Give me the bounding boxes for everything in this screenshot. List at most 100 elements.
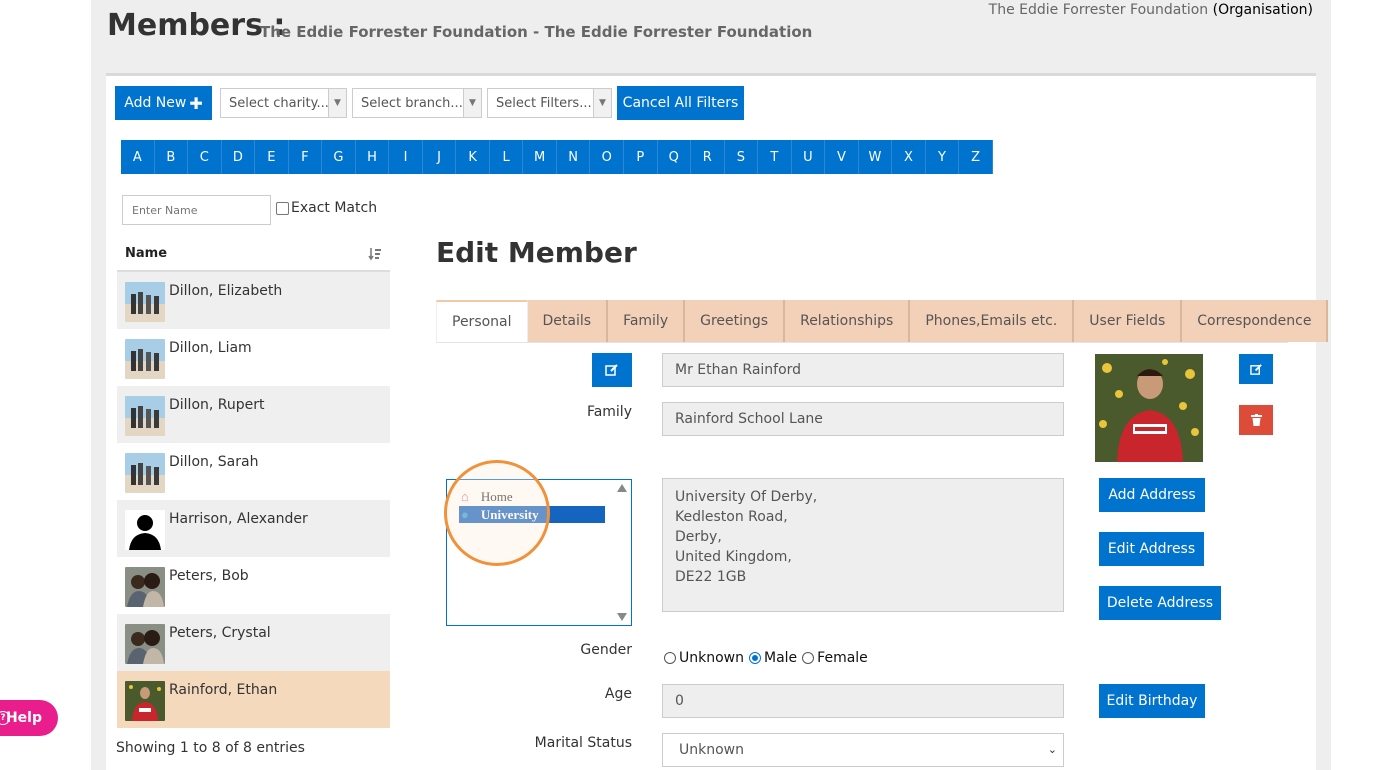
edit-photo-button[interactable] (1239, 354, 1273, 384)
marital-status-select[interactable]: Unknown ⌄ (662, 733, 1064, 767)
plus-icon: ✚ (189, 93, 203, 113)
letter-c[interactable]: C (188, 140, 222, 174)
gender-label-unknown: Unknown (679, 650, 744, 666)
letter-s[interactable]: S (725, 140, 759, 174)
gender-radio-unknown[interactable] (664, 652, 676, 664)
marital-status-label: Marital Status (534, 735, 632, 751)
member-row[interactable]: Harrison, Alexander (117, 500, 390, 557)
scroll-down-icon[interactable] (617, 613, 627, 621)
letter-n[interactable]: N (557, 140, 591, 174)
letter-x[interactable]: X (892, 140, 926, 174)
help-label: Help (5, 710, 42, 726)
tab-relationships[interactable]: Relationships (785, 300, 911, 342)
age-label: Age (604, 686, 632, 702)
member-name-field[interactable]: Mr Ethan Rainford (662, 353, 1064, 387)
member-avatar (125, 567, 165, 607)
member-name: Rainford, Ethan (169, 682, 278, 698)
letter-v[interactable]: V (825, 140, 859, 174)
chevron-down-icon: ⌄ (1047, 743, 1057, 756)
cancel-all-filters-button[interactable]: Cancel All Filters (617, 86, 744, 120)
letter-t[interactable]: T (758, 140, 792, 174)
letter-o[interactable]: O (590, 140, 624, 174)
tab-personal[interactable]: Personal (436, 300, 528, 342)
tab-user-fields[interactable]: User Fields (1074, 300, 1183, 342)
member-name: Dillon, Rupert (169, 397, 265, 413)
letter-z[interactable]: Z (959, 140, 993, 174)
letter-j[interactable]: J (423, 140, 457, 174)
member-row[interactable]: Rainford, Ethan (117, 671, 390, 728)
edit-tabs: Personal Details Family Greetings Relationsh… (436, 300, 1329, 342)
select-charity-dropdown[interactable]: Select charity... ▼ (220, 88, 347, 118)
add-new-label: Add New (124, 95, 187, 111)
letter-b[interactable]: B (155, 140, 189, 174)
help-button[interactable]: ? Help (0, 700, 58, 736)
add-new-button[interactable]: Add New ✚ (115, 86, 212, 120)
tab-greetings[interactable]: Greetings (685, 300, 786, 342)
select-filters-label: Select Filters... (496, 95, 592, 111)
letter-i[interactable]: I (389, 140, 423, 174)
gender-label: Gender (580, 642, 632, 658)
sort-icon[interactable] (368, 247, 382, 261)
letter-y[interactable]: Y (926, 140, 960, 174)
member-avatar (125, 510, 165, 550)
letter-d[interactable]: D (222, 140, 256, 174)
tab-details[interactable]: Details (527, 300, 609, 342)
members-rows: Dillon, Elizabeth Dillon, Liam Dillon, Rup… (117, 272, 390, 728)
name-search-input[interactable] (122, 195, 271, 225)
address-line: Derby, (675, 529, 722, 545)
select-branch-dropdown[interactable]: Select branch... ▼ (352, 88, 482, 118)
member-name: Peters, Bob (169, 568, 249, 584)
letter-p[interactable]: P (624, 140, 658, 174)
letter-l[interactable]: L (490, 140, 524, 174)
tab-family[interactable]: Family (608, 300, 686, 342)
tab-correspondence[interactable]: Correspondence (1182, 300, 1329, 342)
member-row[interactable]: Dillon, Rupert (117, 386, 390, 443)
exact-match-option[interactable]: Exact Match (276, 200, 377, 216)
letter-w[interactable]: W (859, 140, 893, 174)
member-row[interactable]: Dillon, Elizabeth (117, 272, 390, 329)
member-row[interactable]: Peters, Bob (117, 557, 390, 614)
member-row[interactable]: Dillon, Sarah (117, 443, 390, 500)
trash-icon (1250, 414, 1262, 426)
delete-address-button[interactable]: Delete Address (1099, 586, 1221, 620)
edit-address-button[interactable]: Edit Address (1099, 532, 1204, 566)
add-address-button[interactable]: Add Address (1099, 478, 1205, 512)
letter-g[interactable]: G (322, 140, 356, 174)
edit-name-button[interactable] (592, 353, 632, 387)
edit-birthday-button[interactable]: Edit Birthday (1099, 684, 1205, 718)
letter-k[interactable]: K (456, 140, 490, 174)
member-row[interactable]: Dillon, Liam (117, 329, 390, 386)
address-line: DE22 1GB (675, 569, 747, 585)
letter-h[interactable]: H (356, 140, 390, 174)
tabs-divider (436, 342, 1288, 343)
family-field[interactable]: Rainford School Lane (662, 402, 1064, 436)
letter-r[interactable]: R (691, 140, 725, 174)
member-row[interactable]: Peters, Crystal (117, 614, 390, 671)
edit-icon (605, 364, 618, 376)
letter-u[interactable]: U (792, 140, 826, 174)
entries-info: Showing 1 to 8 of 8 entries (116, 740, 305, 756)
exact-match-checkbox[interactable] (276, 201, 289, 215)
member-name: Dillon, Elizabeth (169, 283, 283, 299)
gender-options: Unknown Male Female (662, 650, 868, 666)
tab-phones-emails-etc[interactable]: Phones,Emails etc. (910, 300, 1075, 342)
gender-label-male: Male (764, 650, 798, 666)
scroll-up-icon[interactable] (617, 484, 627, 492)
gender-radio-female[interactable] (802, 652, 815, 664)
letter-e[interactable]: E (255, 140, 289, 174)
member-avatar (125, 624, 165, 664)
member-photo (1095, 354, 1203, 462)
page-title: Members : (107, 8, 286, 43)
select-filters-dropdown[interactable]: Select Filters... ▼ (487, 88, 612, 118)
letter-f[interactable]: F (289, 140, 323, 174)
letter-q[interactable]: Q (658, 140, 692, 174)
gender-radio-male[interactable] (749, 652, 761, 664)
letter-m[interactable]: M (523, 140, 557, 174)
delete-photo-button[interactable] (1239, 405, 1273, 435)
age-field[interactable]: 0 (662, 684, 1064, 718)
chevron-down-icon: ▼ (593, 89, 611, 117)
letter-a[interactable]: A (121, 140, 155, 174)
select-charity-label: Select charity... (229, 95, 329, 111)
name-column-header[interactable]: Name (117, 237, 390, 272)
chevron-down-icon: ▼ (463, 89, 481, 117)
